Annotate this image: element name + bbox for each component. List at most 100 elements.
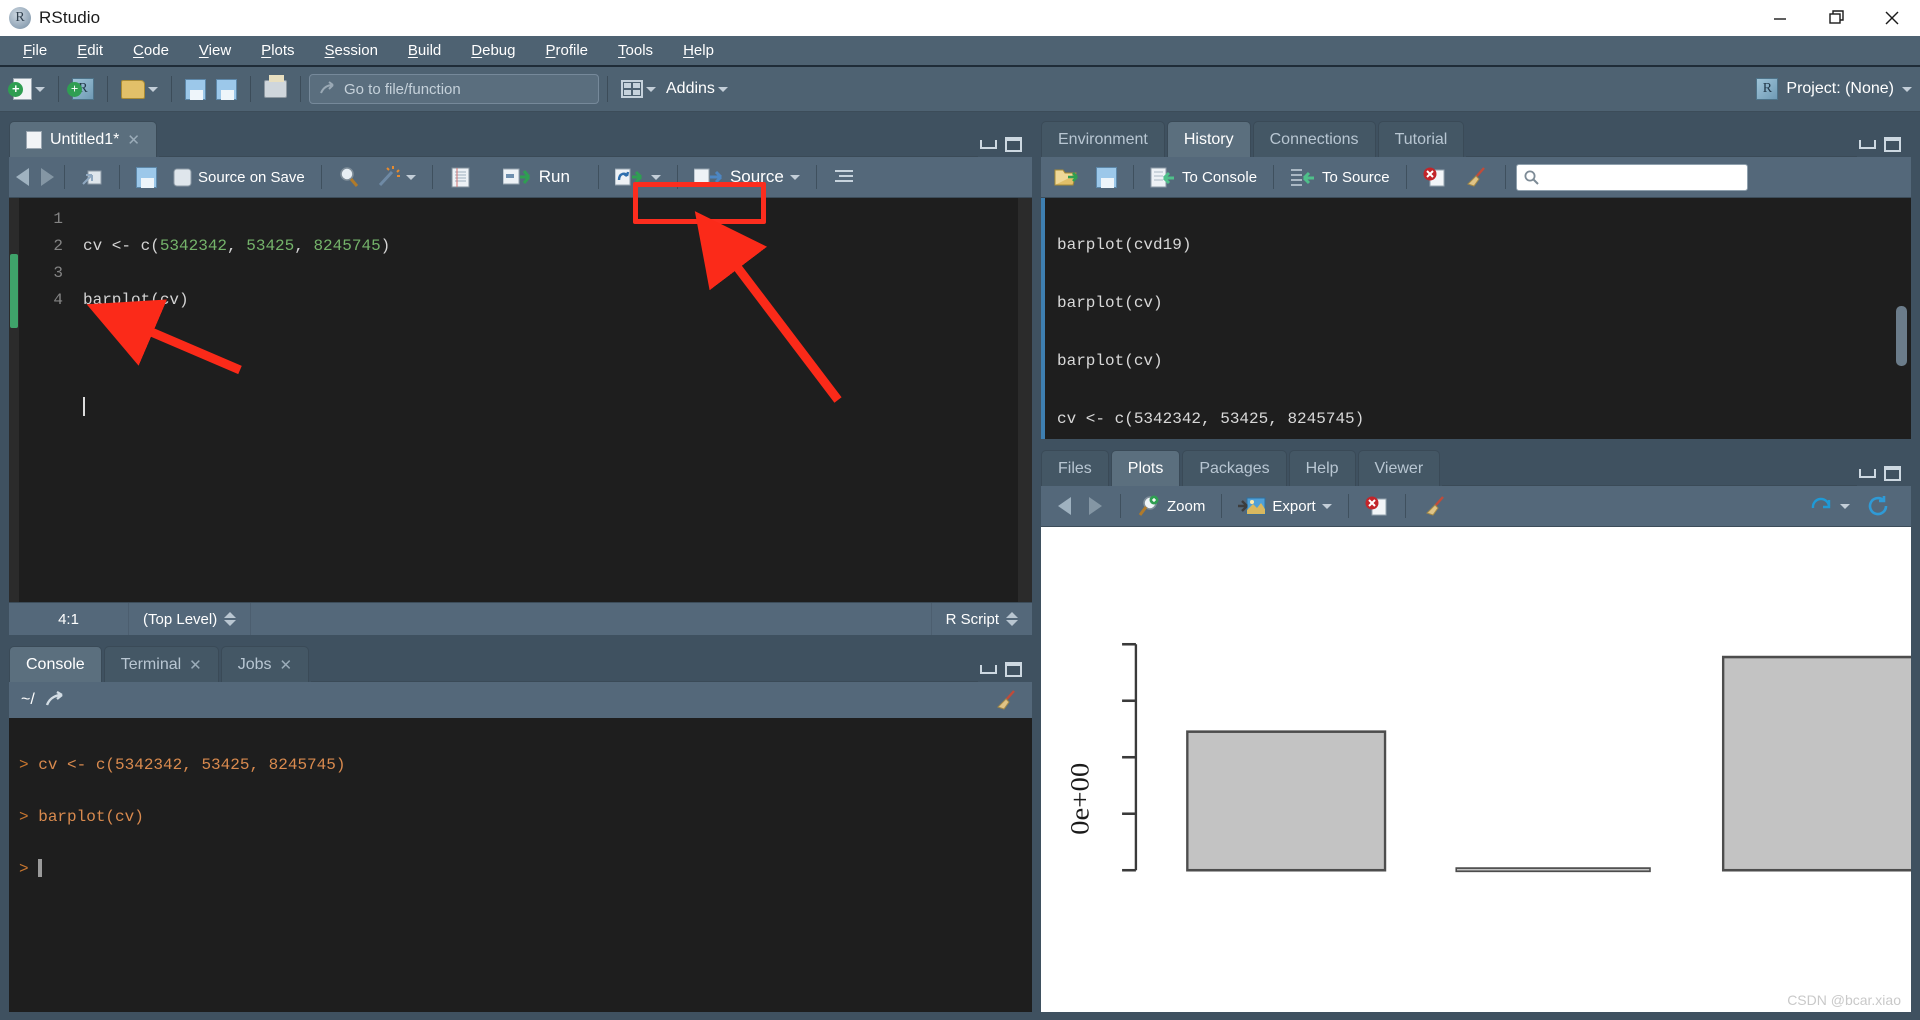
source-button[interactable]: Source — [688, 164, 806, 190]
zoom-plot-button[interactable]: Zoom — [1131, 492, 1211, 520]
refresh-plot-button[interactable] — [1860, 492, 1896, 520]
tab-jobs[interactable]: Jobs ✕ — [221, 646, 309, 682]
history-scroll-thumb[interactable] — [1896, 306, 1907, 366]
tab-environment[interactable]: Environment — [1041, 121, 1165, 157]
list-item[interactable]: barplot(cv) — [1057, 347, 1911, 376]
publish-button[interactable] — [1804, 493, 1856, 519]
menu-plots[interactable]: Plots — [246, 39, 309, 62]
project-button[interactable]: R Project: (None) — [1756, 78, 1912, 100]
tab-packages[interactable]: Packages — [1182, 450, 1286, 486]
minimize-pane-icon[interactable] — [980, 665, 997, 674]
to-console-button[interactable]: To Console — [1144, 164, 1263, 191]
print-button[interactable] — [259, 72, 292, 106]
scope-selector[interactable]: (Top Level) — [129, 603, 251, 635]
menu-edit[interactable]: Edit — [62, 39, 118, 62]
minimize-pane-icon[interactable] — [980, 140, 997, 149]
chevron-down-icon[interactable] — [35, 87, 45, 92]
tab-terminal[interactable]: Terminal ✕ — [104, 646, 219, 682]
restore-icon[interactable] — [1808, 0, 1864, 36]
tab-untitled1[interactable]: Untitled1* ✕ — [9, 121, 157, 157]
minimize-icon[interactable] — [1752, 0, 1808, 36]
tab-history[interactable]: History — [1167, 121, 1251, 157]
close-icon[interactable]: ✕ — [127, 131, 140, 149]
source-on-save-checkbox[interactable]: Source on Save — [167, 165, 311, 190]
minimize-pane-icon[interactable] — [1859, 140, 1876, 149]
console-working-directory[interactable]: ~/ — [21, 691, 35, 709]
console-prompt-line[interactable]: > — [19, 856, 1032, 882]
goto-file-function-input[interactable]: Go to file/function — [309, 74, 599, 104]
clear-plots-button[interactable] — [1416, 492, 1454, 520]
menu-file[interactable]: FFileile — [8, 39, 62, 62]
new-project-button[interactable]: R+ — [67, 72, 99, 106]
tab-files[interactable]: Files — [1041, 450, 1109, 486]
tab-connections[interactable]: Connections — [1253, 121, 1376, 157]
back-arrow-icon[interactable] — [16, 168, 29, 186]
pane-layout-button[interactable] — [616, 72, 661, 106]
find-button[interactable] — [332, 163, 366, 191]
history-search-input[interactable] — [1516, 164, 1748, 191]
source-editor[interactable]: 1 2 3 4 cv <- c(5342342, 53425, 8245745)… — [9, 198, 1032, 602]
editor-code-area[interactable]: cv <- c(5342342, 53425, 8245745) barplot… — [71, 198, 1018, 602]
forward-arrow-icon[interactable] — [41, 168, 54, 186]
chevron-down-icon[interactable] — [1322, 504, 1332, 509]
export-plot-button[interactable]: Export — [1232, 492, 1337, 520]
compile-report-button[interactable] — [443, 164, 477, 191]
chevron-down-icon[interactable] — [790, 175, 800, 180]
to-source-button[interactable]: To Source — [1284, 164, 1396, 191]
run-button[interactable]: Run — [491, 164, 582, 190]
menu-help[interactable]: Help — [668, 39, 729, 62]
tab-tutorial[interactable]: Tutorial — [1378, 121, 1465, 157]
tab-console[interactable]: Console — [9, 646, 102, 682]
forward-arrow-icon[interactable] — [1089, 497, 1102, 515]
menu-debug[interactable]: Debug — [456, 39, 530, 62]
save-source-button[interactable] — [130, 164, 163, 191]
open-in-window-icon[interactable] — [45, 691, 67, 709]
list-item[interactable]: barplot(cv) — [1057, 289, 1911, 318]
back-arrow-icon[interactable] — [1058, 497, 1071, 515]
tab-plots[interactable]: Plots — [1111, 450, 1181, 486]
save-all-button[interactable] — [211, 72, 242, 106]
menu-code[interactable]: Code — [118, 39, 184, 62]
chevron-down-icon[interactable] — [1840, 504, 1850, 509]
chevron-down-icon[interactable] — [406, 175, 416, 180]
menu-build[interactable]: Build — [393, 39, 456, 62]
maximize-pane-icon[interactable] — [1884, 466, 1901, 481]
re-run-button[interactable] — [609, 164, 667, 191]
show-in-new-window-button[interactable] — [75, 164, 109, 190]
load-history-button[interactable] — [1048, 164, 1086, 191]
close-icon[interactable]: ✕ — [280, 656, 293, 674]
console-output[interactable]: > cv <- c(5342342, 53425, 8245745) > bar… — [9, 718, 1032, 1012]
menu-profile[interactable]: Profile — [531, 39, 604, 62]
tab-help[interactable]: Help — [1289, 450, 1356, 486]
clear-history-button[interactable] — [1457, 163, 1495, 191]
save-button[interactable] — [180, 72, 211, 106]
menu-session[interactable]: Session — [310, 39, 393, 62]
broom-icon[interactable] — [994, 689, 1020, 711]
new-file-button[interactable]: + — [8, 72, 50, 106]
chevron-down-icon[interactable] — [718, 87, 728, 92]
list-item[interactable]: barplot(cvd19) — [1057, 231, 1911, 260]
code-tools-button[interactable] — [370, 163, 422, 191]
close-icon[interactable]: ✕ — [189, 656, 202, 674]
menu-tools[interactable]: Tools — [603, 39, 668, 62]
addins-button[interactable]: Addins — [661, 72, 733, 106]
close-icon[interactable] — [1864, 0, 1920, 36]
editor-scroll-thumb[interactable] — [10, 254, 18, 328]
file-type-selector[interactable]: R Script — [931, 603, 1032, 635]
menu-view[interactable]: View — [184, 39, 246, 62]
maximize-pane-icon[interactable] — [1884, 137, 1901, 152]
document-outline-button[interactable] — [827, 165, 861, 189]
plot-canvas[interactable]: 0e+00 CSDN @bcar.xiao — [1041, 527, 1911, 1012]
remove-history-entry-button[interactable] — [1417, 164, 1453, 191]
minimize-pane-icon[interactable] — [1859, 469, 1876, 478]
history-list[interactable]: barplot(cvd19) barplot(cv) barplot(cv) c… — [1041, 198, 1911, 439]
save-history-button[interactable] — [1090, 164, 1123, 191]
chevron-down-icon[interactable] — [148, 87, 158, 92]
maximize-pane-icon[interactable] — [1005, 137, 1022, 152]
chevron-down-icon[interactable] — [651, 175, 661, 180]
open-file-button[interactable] — [116, 72, 163, 106]
list-item[interactable]: cv <- c(5342342, 53425, 8245745) — [1057, 405, 1911, 434]
remove-plot-button[interactable] — [1359, 493, 1395, 520]
tab-viewer[interactable]: Viewer — [1358, 450, 1441, 486]
chevron-down-icon[interactable] — [1902, 87, 1912, 92]
